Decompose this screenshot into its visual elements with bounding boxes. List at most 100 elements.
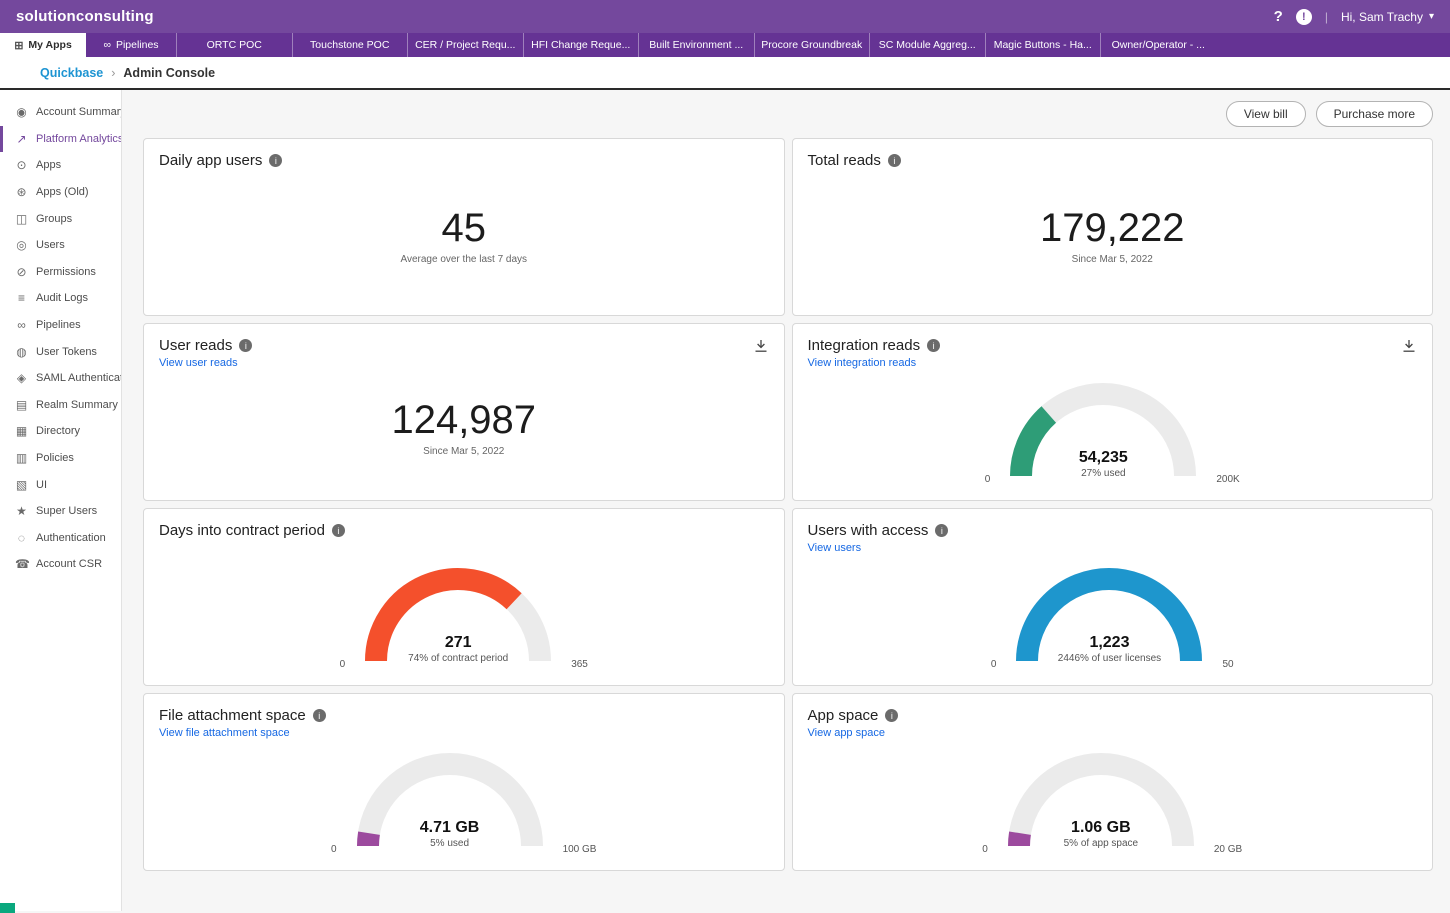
tab-app-sc-module[interactable]: SC Module Aggreg... xyxy=(869,33,985,57)
info-icon[interactable]: i xyxy=(927,339,940,352)
gauge-subtitle: 5% of app space xyxy=(996,838,1206,849)
realm-summary-icon: ▤ xyxy=(15,398,28,412)
tab-app-procore-groundbreak[interactable]: Procore Groundbreak xyxy=(754,33,870,57)
gauge-value: 1.06 GB xyxy=(996,819,1206,837)
groups-icon: ◫ xyxy=(15,212,28,226)
card-title: Days into contract period xyxy=(159,522,325,539)
grid-icon: ⊞ xyxy=(14,39,23,52)
card-title: Integration reads xyxy=(808,337,921,354)
super-users-icon: ★ xyxy=(15,504,28,518)
sidebar-item-apps[interactable]: ⊙ Apps xyxy=(0,152,121,179)
sidebar-item-ui[interactable]: ▧ UI xyxy=(0,471,121,498)
sidebar-item-apps-old[interactable]: ⊛ Apps (Old) xyxy=(0,179,121,206)
card-users-with-access: Users with access i View users 0 1,223 2… xyxy=(792,508,1434,686)
info-icon[interactable]: i xyxy=(885,709,898,722)
view-app-space-link[interactable]: View app space xyxy=(808,727,885,739)
tab-app-cer-project[interactable]: CER / Project Requ... xyxy=(407,33,523,57)
tab-label: My Apps xyxy=(28,39,71,51)
breadcrumb: Quickbase › Admin Console xyxy=(0,57,1450,90)
authentication-icon: ◌ xyxy=(15,531,28,545)
sidebar-item-audit-logs[interactable]: ≡ Audit Logs xyxy=(0,285,121,312)
sidebar-item-label: Apps (Old) xyxy=(36,186,89,198)
tab-app-ortc-poc[interactable]: ORTC POC xyxy=(176,33,292,57)
sidebar-item-label: Directory xyxy=(36,425,80,437)
tab-app-owner-operator[interactable]: Owner/Operator - ... xyxy=(1100,33,1216,57)
metrics-grid: Daily app users i 45 Average over the la… xyxy=(143,138,1433,871)
sidebar-item-label: Platform Analytics xyxy=(36,133,121,145)
contract-period-gauge: 271 74% of contract period xyxy=(353,555,563,673)
info-icon[interactable]: i xyxy=(313,709,326,722)
ui-icon: ▧ xyxy=(15,478,28,492)
gauge-min-label: 0 xyxy=(985,474,991,485)
audit-logs-icon: ≡ xyxy=(15,291,28,305)
info-icon[interactable]: i xyxy=(332,524,345,537)
info-icon[interactable]: i xyxy=(935,524,948,537)
view-bill-button[interactable]: View bill xyxy=(1226,101,1306,127)
sidebar-item-pipelines[interactable]: ∞ Pipelines xyxy=(0,312,121,339)
sidebar-item-label: Apps xyxy=(36,159,61,171)
topbar-right: ? ! | Hi, Sam Trachy ▾ xyxy=(1274,8,1434,25)
sidebar-item-users[interactable]: ◎ Users xyxy=(0,232,121,259)
tab-app-hfi-change[interactable]: HFI Change Reque... xyxy=(523,33,639,57)
sidebar-item-permissions[interactable]: ⊘ Permissions xyxy=(0,259,121,286)
bottom-left-accent xyxy=(0,903,15,913)
download-icon[interactable] xyxy=(1401,338,1417,354)
apps-old-icon: ⊛ xyxy=(15,185,28,199)
view-file-attachment-space-link[interactable]: View file attachment space xyxy=(159,727,290,739)
sidebar-item-label: Authentication xyxy=(36,532,106,544)
help-icon[interactable]: ? xyxy=(1274,8,1283,25)
account-summary-icon: ◉ xyxy=(15,105,28,119)
user-menu[interactable]: Hi, Sam Trachy ▾ xyxy=(1341,10,1434,24)
sidebar-item-saml-authentication[interactable]: ◈ SAML Authentication xyxy=(0,365,121,392)
info-icon[interactable]: i xyxy=(239,339,252,352)
alert-icon[interactable]: ! xyxy=(1296,9,1312,25)
sidebar-item-realm-summary[interactable]: ▤ Realm Summary xyxy=(0,392,121,419)
gauge-subtitle: 5% used xyxy=(345,838,555,849)
sidebar-item-user-tokens[interactable]: ◍ User Tokens xyxy=(0,338,121,365)
brand-logo: solutionconsulting xyxy=(16,8,154,25)
metric-value: 179,222 xyxy=(1040,206,1185,251)
tab-my-apps[interactable]: ⊞ My Apps xyxy=(0,33,86,57)
download-icon[interactable] xyxy=(753,338,769,354)
policies-icon: ▥ xyxy=(15,451,28,465)
file-space-gauge: 4.71 GB 5% used xyxy=(345,740,555,858)
purchase-more-button[interactable]: Purchase more xyxy=(1316,101,1433,127)
topbar-divider: | xyxy=(1325,10,1328,24)
breadcrumb-root-link[interactable]: Quickbase xyxy=(40,66,103,80)
app-space-gauge: 1.06 GB 5% of app space xyxy=(996,740,1206,858)
tab-app-built-environment[interactable]: Built Environment ... xyxy=(638,33,754,57)
sidebar-item-account-summary[interactable]: ◉ Account Summary xyxy=(0,99,121,126)
saml-icon: ◈ xyxy=(15,371,28,385)
gauge-min-label: 0 xyxy=(331,844,337,855)
sidebar-item-super-users[interactable]: ★ Super Users xyxy=(0,498,121,525)
gauge-value: 1,223 xyxy=(1004,634,1214,652)
sidebar-item-account-csr[interactable]: ☎ Account CSR xyxy=(0,551,121,578)
pipelines-icon: ∞ xyxy=(15,318,28,332)
gauge-max-label: 100 GB xyxy=(563,844,597,855)
sidebar-item-authentication[interactable]: ◌ Authentication xyxy=(0,525,121,552)
sidebar-item-label: Permissions xyxy=(36,266,96,278)
chevron-down-icon: ▾ xyxy=(1429,11,1434,22)
gauge-max-label: 200K xyxy=(1216,474,1239,485)
card-file-attachment-space: File attachment space i View file attach… xyxy=(143,693,785,871)
apps-icon: ⊙ xyxy=(15,158,28,172)
gauge-value: 4.71 GB xyxy=(345,819,555,837)
tab-app-magic-buttons[interactable]: Magic Buttons - Ha... xyxy=(985,33,1101,57)
top-bar: solutionconsulting ? ! | Hi, Sam Trachy … xyxy=(0,0,1450,33)
card-title: File attachment space xyxy=(159,707,306,724)
users-access-gauge: 1,223 2446% of user licenses xyxy=(1004,555,1214,673)
gauge-value: 271 xyxy=(353,634,563,652)
sidebar-item-label: Users xyxy=(36,239,65,251)
view-integration-reads-link[interactable]: View integration reads xyxy=(808,357,917,369)
tab-pipelines[interactable]: ∞ Pipelines xyxy=(86,33,176,57)
sidebar-item-policies[interactable]: ▥ Policies xyxy=(0,445,121,472)
sidebar-item-label: Audit Logs xyxy=(36,292,88,304)
sidebar-item-platform-analytics[interactable]: ↗ Platform Analytics xyxy=(0,126,121,153)
view-users-link[interactable]: View users xyxy=(808,542,862,554)
sidebar-item-label: SAML Authentication xyxy=(36,372,121,384)
gauge-min-label: 0 xyxy=(982,844,988,855)
tab-app-touchstone-poc[interactable]: Touchstone POC xyxy=(292,33,408,57)
sidebar-item-directory[interactable]: ▦ Directory xyxy=(0,418,121,445)
sidebar-item-groups[interactable]: ◫ Groups xyxy=(0,205,121,232)
gauge-min-label: 0 xyxy=(991,659,997,670)
